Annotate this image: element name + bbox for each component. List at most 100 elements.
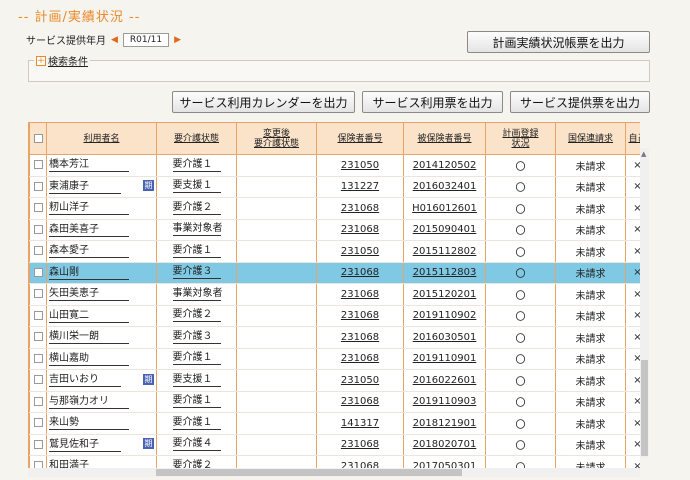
table-row[interactable]: 森山剛 要介護３ 231068 2015112803 〇未請求× (29, 262, 640, 284)
calendar-output-button[interactable]: サービス利用カレンダーを出力 (172, 91, 355, 113)
header-changed-care-level[interactable]: 変更後 要介護状態 (236, 122, 317, 155)
output-ledger-button[interactable]: 計画実績状況帳票を出力 (467, 31, 650, 53)
user-name-link[interactable]: 横川栄一朗 (49, 330, 129, 345)
user-name-cell[interactable]: 横川栄一朗 (46, 326, 157, 349)
provision-slip-output-button[interactable]: サービス提供票を出力 (510, 91, 650, 113)
vertical-scroll-thumb[interactable] (641, 360, 648, 456)
header-insurer-number[interactable]: 保険者番号 (316, 122, 404, 155)
care-level-cell: 要介護４ (156, 434, 237, 456)
select-all-checkbox[interactable] (33, 133, 43, 143)
user-name-cell[interactable]: 籾山洋子 (46, 197, 157, 220)
table-row[interactable]: 東浦康子 期 要支援１ 131227 2016032401 〇未請求× (29, 176, 640, 198)
table-row[interactable]: 横山嘉助 要介護１ 231068 2019110901 〇未請求× (29, 348, 640, 370)
user-name-cell[interactable]: 森山剛 (46, 262, 157, 284)
table-row[interactable]: 与那嶺力オリ 要介護１ 231068 2019110903 〇未請求× (29, 391, 640, 413)
row-select-cell[interactable] (29, 240, 47, 263)
header-select-all[interactable] (29, 122, 47, 155)
user-name-link[interactable]: 森田美喜子 (49, 223, 129, 237)
row-select-cell[interactable] (29, 154, 47, 177)
table-row[interactable]: 横川栄一朗 要介護３ 231068 2016030501 〇未請求× (29, 326, 640, 349)
user-name-link[interactable]: 和田満子 (49, 459, 129, 468)
user-name-cell[interactable]: 東浦康子 期 (46, 176, 157, 198)
table-row[interactable]: 吉田いおり 期 要支援１ 231050 2016022601 〇未請求× (29, 369, 640, 392)
scroll-up-icon[interactable]: ▲ (641, 150, 646, 158)
row-checkbox[interactable] (33, 332, 43, 342)
user-name-link[interactable]: 森山剛 (49, 266, 129, 280)
row-select-cell[interactable] (29, 262, 47, 284)
horizontal-scrollbar[interactable] (28, 468, 640, 477)
table-row[interactable]: 森田美喜子 事業対象者 231068 2015090401 〇未請求× (29, 219, 640, 241)
care-level-cell: 要介護１ (156, 391, 237, 413)
row-select-cell[interactable] (29, 434, 47, 456)
user-name-cell[interactable]: 森田美喜子 (46, 219, 157, 241)
table-row[interactable]: 橋本芳江 要介護１ 231050 2014120502 〇未請求× (29, 154, 640, 177)
row-select-cell[interactable] (29, 305, 47, 327)
user-name-cell[interactable]: 与那嶺力オリ (46, 391, 157, 413)
next-month-icon[interactable]: ▶ (174, 35, 181, 45)
header-claim[interactable]: 国保連請求 (555, 122, 626, 155)
user-name-cell[interactable]: 鷲見佐和子 期 (46, 434, 157, 456)
prev-month-icon[interactable]: ◀ (111, 35, 118, 45)
header-user-name[interactable]: 利用者名 (46, 122, 157, 155)
row-select-cell[interactable] (29, 455, 47, 468)
table-row[interactable]: 鷲見佐和子 期 要介護４ 231068 2018020701 〇未請求× (29, 434, 640, 456)
vertical-scrollbar[interactable]: ▲ (640, 148, 649, 458)
user-name-cell[interactable]: 橋本芳江 (46, 154, 157, 177)
user-name-link[interactable]: 鷲見佐和子 (49, 438, 121, 452)
header-plan-status[interactable]: 計画登録 状況 (485, 122, 556, 155)
user-name-link[interactable]: 山田寛二 (49, 309, 129, 323)
user-name-link[interactable]: 矢田美恵子 (49, 287, 129, 302)
row-checkbox[interactable] (33, 439, 43, 449)
user-name-cell[interactable]: 来山勢 (46, 412, 157, 435)
header-insured-number[interactable]: 被保険者番号 (403, 122, 486, 155)
user-name-link[interactable]: 森本愛子 (49, 244, 129, 259)
row-select-cell[interactable] (29, 412, 47, 435)
user-name-cell[interactable]: 和田満子 (46, 455, 157, 468)
row-select-cell[interactable] (29, 326, 47, 349)
service-month-field[interactable]: R01/11 (122, 32, 170, 47)
row-select-cell[interactable] (29, 176, 47, 198)
user-name-link[interactable]: 東浦康子 (49, 180, 121, 194)
row-checkbox[interactable] (33, 396, 43, 406)
user-name-link[interactable]: 籾山洋子 (49, 201, 129, 216)
row-checkbox[interactable] (33, 160, 43, 170)
row-select-cell[interactable] (29, 219, 47, 241)
row-checkbox[interactable] (33, 418, 43, 428)
row-checkbox[interactable] (33, 353, 43, 363)
user-name-link[interactable]: 与那嶺力オリ (49, 395, 129, 409)
row-select-cell[interactable] (29, 283, 47, 306)
row-select-cell[interactable] (29, 197, 47, 220)
table-row[interactable]: 森本愛子 要介護１ 231050 2015112802 〇未請求× (29, 240, 640, 263)
row-checkbox[interactable] (33, 203, 43, 213)
user-name-cell[interactable]: 山田寛二 (46, 305, 157, 327)
user-name-cell[interactable]: 吉田いおり 期 (46, 369, 157, 392)
row-checkbox[interactable] (33, 310, 43, 320)
user-name-link[interactable]: 来山勢 (49, 416, 129, 431)
user-name-cell[interactable]: 森本愛子 (46, 240, 157, 263)
row-select-cell[interactable] (29, 369, 47, 392)
row-checkbox[interactable] (33, 267, 43, 277)
table-row[interactable]: 山田寛二 要介護２ 231068 2019110902 〇未請求× (29, 305, 640, 327)
user-name-link[interactable]: 橋本芳江 (49, 158, 129, 173)
horizontal-scroll-thumb[interactable] (156, 469, 462, 476)
usage-slip-output-button[interactable]: サービス利用票を出力 (362, 91, 503, 113)
search-conditions-toggle[interactable]: + 検索条件 (34, 53, 90, 68)
user-name-link[interactable]: 吉田いおり (49, 373, 121, 388)
user-name-link[interactable]: 横山嘉助 (49, 352, 129, 366)
table-row[interactable]: 来山勢 要介護１ 141317 2018121901 〇未請求× (29, 412, 640, 435)
user-name-cell[interactable]: 横山嘉助 (46, 348, 157, 370)
row-select-cell[interactable] (29, 391, 47, 413)
table-row[interactable]: 和田満子 要介護２ 231068 2017050301 〇未請求× (29, 455, 640, 468)
row-checkbox[interactable] (33, 461, 43, 468)
header-self[interactable]: 自己 (625, 122, 640, 155)
table-row[interactable]: 矢田美恵子 事業対象者 231068 2015120201 〇未請求× (29, 283, 640, 306)
row-checkbox[interactable] (33, 224, 43, 234)
row-checkbox[interactable] (33, 181, 43, 191)
user-name-cell[interactable]: 矢田美恵子 (46, 283, 157, 306)
row-checkbox[interactable] (33, 246, 43, 256)
header-care-level[interactable]: 要介護状態 (156, 122, 237, 155)
row-checkbox[interactable] (33, 289, 43, 299)
row-select-cell[interactable] (29, 348, 47, 370)
row-checkbox[interactable] (33, 375, 43, 385)
table-row[interactable]: 籾山洋子 要介護２ 231068 H016012601 〇未請求× (29, 197, 640, 220)
